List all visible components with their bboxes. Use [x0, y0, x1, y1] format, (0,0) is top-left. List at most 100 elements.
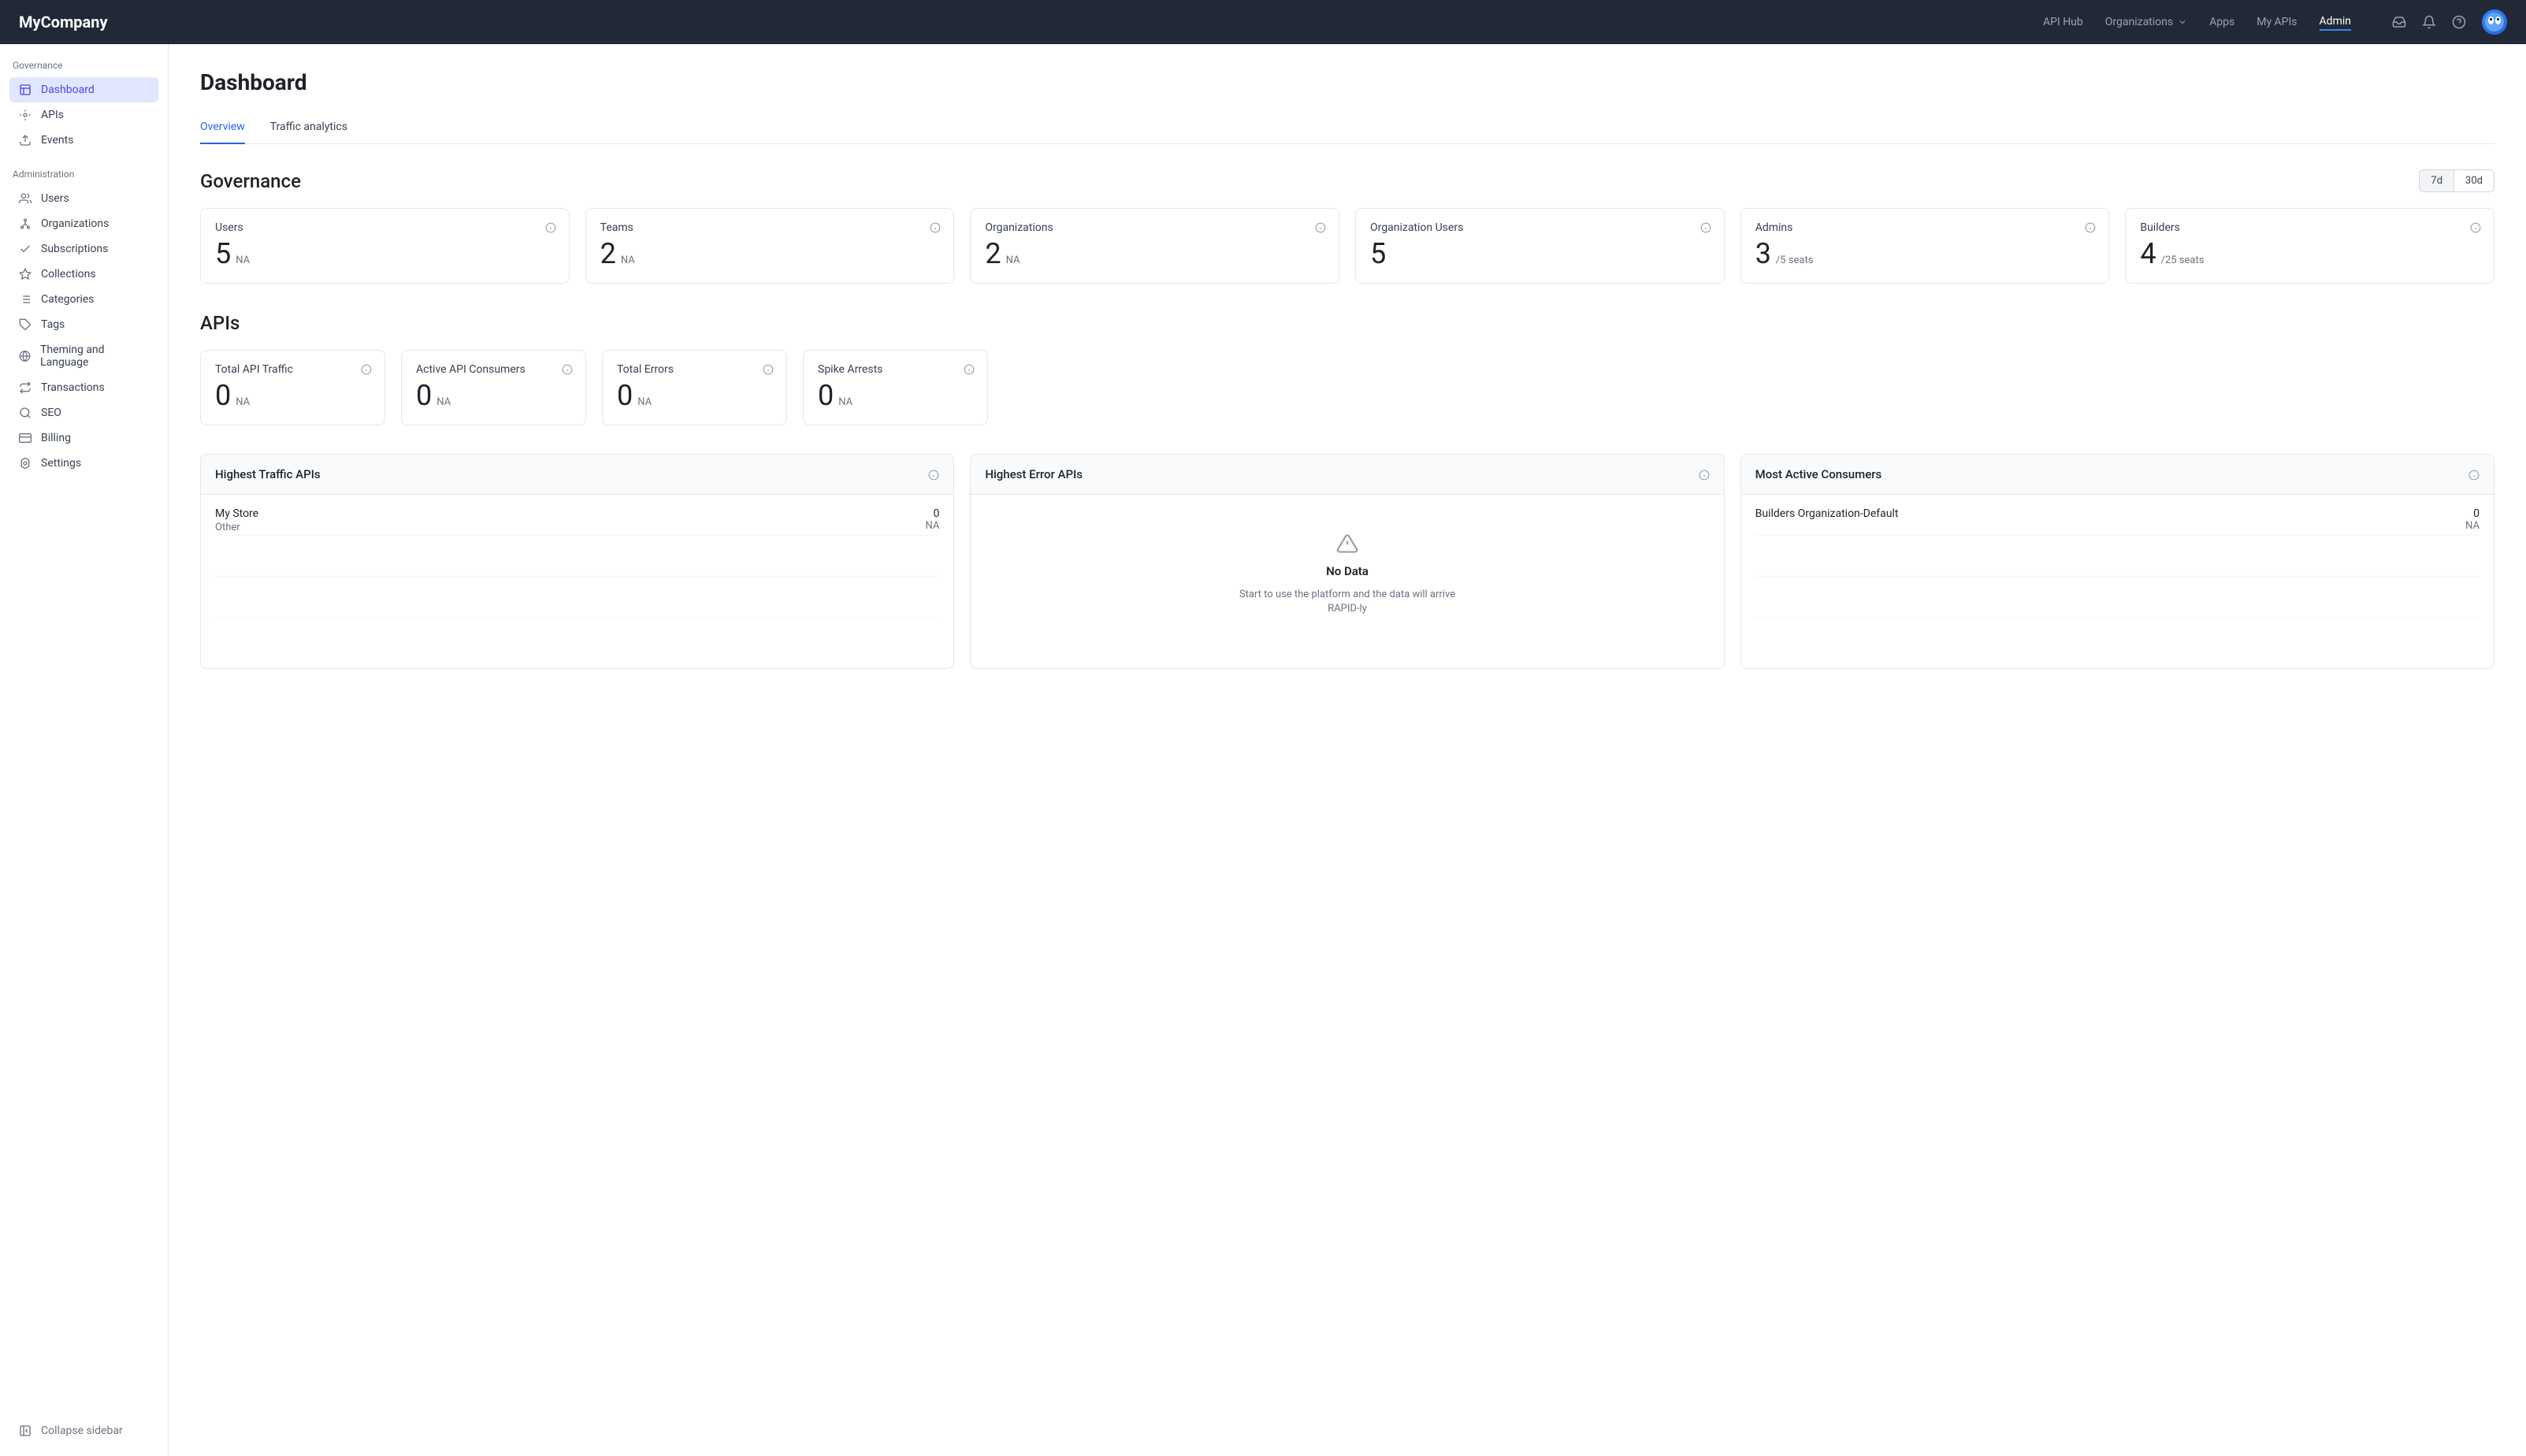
sidebar-item-label: Tags [41, 318, 65, 331]
collapse-sidebar-button[interactable]: Collapse sidebar [9, 1418, 158, 1443]
panel-row-sub: Other [215, 522, 258, 533]
sidebar-item-categories[interactable]: Categories [9, 287, 158, 312]
nav-api-hub[interactable]: API Hub [2043, 16, 2083, 28]
nav-admin[interactable]: Admin [2320, 15, 2351, 31]
nav-my-apis[interactable]: My APIs [2257, 16, 2297, 28]
metric-spike-arrests: Spike Arrests 0 NA [803, 350, 988, 425]
brand-logo[interactable]: MyCompany [19, 13, 108, 32]
sidebar-item-label: SEO [41, 407, 61, 419]
nav-apps[interactable]: Apps [2209, 16, 2234, 28]
metric-value: 0 [818, 379, 834, 412]
help-icon[interactable] [2452, 15, 2466, 29]
metric-value: 5 [215, 237, 231, 270]
sidebar-item-apis[interactable]: APIs [9, 102, 158, 128]
info-icon[interactable] [964, 363, 975, 374]
top-header: MyCompany API Hub Organizations Apps My … [0, 0, 2526, 44]
period-7d[interactable]: 7d [2420, 170, 2454, 191]
sidebar-item-theming[interactable]: Theming and Language [9, 337, 158, 375]
metric-suffix: /25 seats [2161, 254, 2205, 266]
metric-label: Teams [600, 221, 940, 234]
metric-org-users: Organization Users 5 [1355, 208, 1725, 284]
sidebar-item-label: Transactions [41, 381, 105, 394]
page-title: Dashboard [200, 69, 2494, 95]
header-icon-group [2392, 9, 2507, 35]
metric-total-errors: Total Errors 0 NA [602, 350, 787, 425]
search-icon [19, 407, 32, 419]
panel-row-empty [1755, 618, 2480, 659]
info-icon[interactable] [930, 221, 941, 232]
section-title-governance: Governance [200, 170, 301, 192]
sidebar-item-organizations[interactable]: Organizations [9, 211, 158, 236]
governance-metrics: Users 5 NA Teams 2 NA Organizations [200, 208, 2494, 284]
metric-suffix: NA [838, 396, 853, 408]
info-icon[interactable] [1699, 469, 1710, 480]
metric-active-consumers: Active API Consumers 0 NA [401, 350, 586, 425]
panel-active-consumers: Most Active Consumers Builders Organizat… [1740, 454, 2494, 669]
panel-row-empty [215, 536, 939, 577]
metric-admins: Admins 3 /5 seats [1740, 208, 2110, 284]
metric-label: Users [215, 221, 555, 234]
metric-value: 4 [2140, 237, 2156, 270]
main-content: Dashboard Overview Traffic analytics Gov… [169, 44, 2526, 1456]
users-icon [19, 192, 32, 205]
metric-suffix: /5 seats [1776, 254, 1814, 266]
sidebar-item-subscriptions[interactable]: Subscriptions [9, 236, 158, 262]
sidebar-item-tags[interactable]: Tags [9, 312, 158, 337]
info-icon[interactable] [545, 221, 556, 232]
metric-suffix: NA [236, 396, 250, 408]
user-avatar[interactable] [2482, 9, 2507, 35]
panel-highest-errors: Highest Error APIs No Data Start to use … [970, 454, 1724, 669]
sidebar-item-billing[interactable]: Billing [9, 425, 158, 451]
sidebar-item-seo[interactable]: SEO [9, 400, 158, 425]
period-30d[interactable]: 30d [2454, 170, 2494, 191]
panel-row-empty [215, 577, 939, 618]
metric-value: 5 [1370, 237, 1386, 270]
metric-total-traffic: Total API Traffic 0 NA [200, 350, 385, 425]
inbox-icon[interactable] [2392, 15, 2406, 29]
metric-suffix: NA [436, 396, 451, 408]
info-icon[interactable] [562, 363, 573, 374]
panels-row: Highest Traffic APIs My Store Other 0 NA [200, 454, 2494, 669]
sidebar-item-transactions[interactable]: Transactions [9, 375, 158, 400]
panel-row[interactable]: Builders Organization-Default 0 NA [1755, 495, 2480, 536]
settings-icon [19, 457, 32, 470]
sidebar-item-label: Settings [41, 457, 81, 470]
chevron-down-icon [2178, 17, 2187, 27]
bell-icon[interactable] [2422, 15, 2436, 29]
metric-label: Total Errors [617, 363, 772, 376]
nav-organizations-label: Organizations [2105, 16, 2173, 28]
tab-overview[interactable]: Overview [200, 121, 245, 144]
info-icon[interactable] [2468, 469, 2480, 480]
collapse-label: Collapse sidebar [41, 1424, 123, 1437]
info-icon[interactable] [928, 469, 939, 480]
tab-traffic-analytics[interactable]: Traffic analytics [270, 121, 347, 143]
info-icon[interactable] [1700, 221, 1711, 232]
sidebar-item-label: Theming and Language [40, 344, 149, 369]
info-icon[interactable] [361, 363, 372, 374]
panel-row-empty [1755, 577, 2480, 618]
sidebar-item-events[interactable]: Events [9, 128, 158, 153]
metric-label: Admins [1755, 221, 2095, 234]
sidebar-item-dashboard[interactable]: Dashboard [9, 77, 158, 102]
info-icon[interactable] [2085, 221, 2096, 232]
sidebar-item-users[interactable]: Users [9, 186, 158, 211]
tag-icon [19, 318, 32, 331]
metric-organizations: Organizations 2 NA [970, 208, 1339, 284]
sidebar-item-label: Categories [41, 293, 94, 306]
tabs: Overview Traffic analytics [200, 121, 2494, 144]
panel-row-empty [1755, 536, 2480, 577]
panel-row[interactable]: My Store Other 0 NA [215, 495, 939, 536]
panel-empty-state: No Data Start to use the platform and th… [985, 495, 1709, 654]
sidebar-item-label: APIs [41, 109, 64, 121]
info-icon[interactable] [2470, 221, 2481, 232]
upload-icon [19, 134, 32, 147]
info-icon[interactable] [763, 363, 774, 374]
metric-value: 0 [416, 379, 432, 412]
nav-organizations[interactable]: Organizations [2105, 16, 2187, 28]
sidebar-item-settings[interactable]: Settings [9, 451, 158, 476]
metric-suffix: NA [637, 396, 652, 408]
info-icon[interactable] [1315, 221, 1326, 232]
sidebar-item-label: Subscriptions [41, 243, 108, 255]
sidebar-item-collections[interactable]: Collections [9, 262, 158, 287]
warning-icon [1336, 533, 1358, 555]
